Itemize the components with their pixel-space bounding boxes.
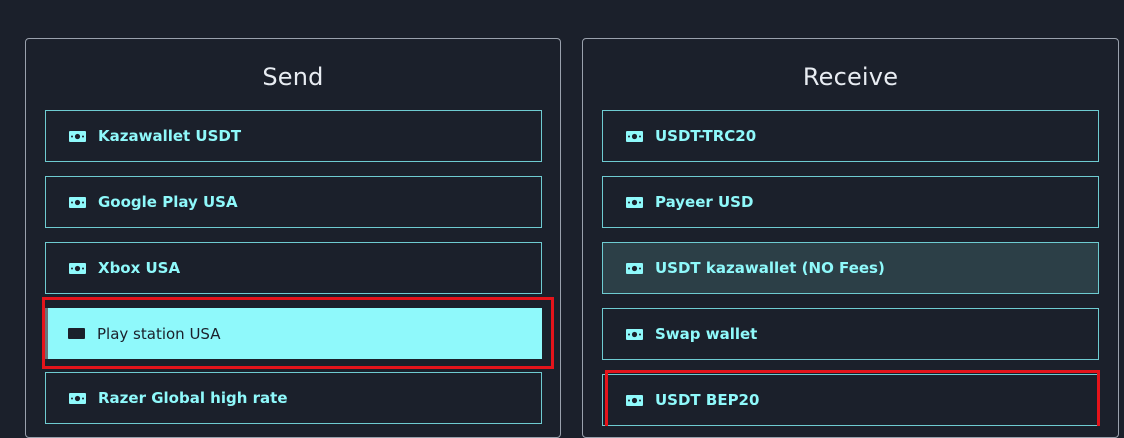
receive-option-swap-wallet[interactable]: Swap wallet	[602, 308, 1099, 360]
money-icon	[69, 393, 86, 404]
send-panel: Send Kazawallet USDT Google Play USA Xbo…	[25, 38, 561, 438]
option-label: Google Play USA	[98, 193, 238, 211]
send-option-xbox-usa[interactable]: Xbox USA	[45, 242, 542, 294]
option-label: Kazawallet USDT	[98, 127, 242, 145]
option-label: Payeer USD	[655, 193, 754, 211]
receive-panel: Receive USDT-TRC20 Payeer USD USDT kazaw…	[582, 38, 1119, 438]
option-label: Play station USA	[97, 324, 221, 343]
send-option-razer-global[interactable]: Razer Global high rate	[45, 372, 542, 424]
option-label: USDT-TRC20	[655, 127, 757, 145]
option-label: Swap wallet	[655, 325, 758, 343]
option-label: Razer Global high rate	[98, 389, 288, 407]
receive-title: Receive	[802, 63, 899, 91]
option-label: USDT BEP20	[655, 391, 760, 409]
send-option-play-station-usa[interactable]: Play station USA	[45, 308, 542, 359]
receive-option-usdt-bep20[interactable]: USDT BEP20	[602, 374, 1099, 426]
receive-option-payeer-usd[interactable]: Payeer USD	[602, 176, 1099, 228]
money-icon	[69, 197, 86, 208]
send-option-google-play-usa[interactable]: Google Play USA	[45, 176, 542, 228]
money-icon	[626, 197, 643, 208]
money-icon	[69, 263, 86, 274]
send-option-kazawallet-usdt[interactable]: Kazawallet USDT	[45, 110, 542, 162]
option-label: USDT kazawallet (NO Fees)	[655, 259, 885, 277]
money-icon	[626, 395, 643, 406]
receive-option-usdt-kazawallet[interactable]: USDT kazawallet (NO Fees)	[602, 242, 1099, 294]
money-icon	[626, 131, 643, 142]
send-title: Send	[262, 63, 324, 91]
money-icon	[626, 263, 643, 274]
money-icon	[68, 328, 85, 339]
receive-option-usdt-trc20[interactable]: USDT-TRC20	[602, 110, 1099, 162]
option-label: Xbox USA	[98, 259, 181, 277]
money-icon	[626, 329, 643, 340]
money-icon	[69, 131, 86, 142]
